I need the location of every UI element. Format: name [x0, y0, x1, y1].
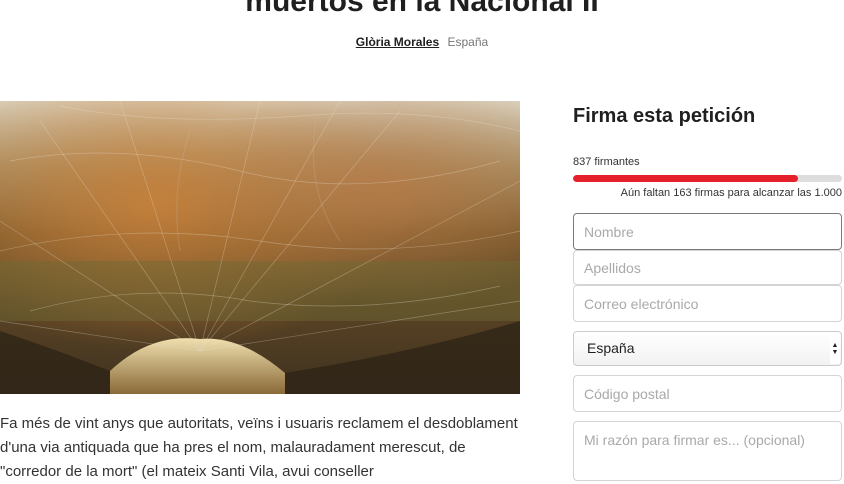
postal-code-input[interactable]	[573, 375, 842, 412]
remaining-signatures-text: Aún faltan 163 firmas para alcanzar las …	[620, 187, 842, 199]
country-select-value: España	[587, 340, 635, 356]
select-arrows-icon: ▲ ▼	[830, 333, 840, 364]
first-name-input[interactable]	[573, 213, 842, 250]
signature-progress-fill	[573, 175, 799, 182]
signers-count: 837 firmantes	[573, 156, 640, 168]
byline: Glòria Morales España	[0, 35, 844, 49]
sign-heading: Firma esta petición	[573, 105, 756, 127]
petition-title: muertos en la Nacional II	[245, 0, 599, 18]
last-name-input[interactable]	[573, 250, 842, 285]
author-link[interactable]: Glòria Morales	[356, 35, 439, 49]
country-label: España	[447, 35, 489, 49]
reason-textarea[interactable]	[573, 421, 842, 481]
email-input[interactable]	[573, 285, 842, 322]
signature-progress-bar	[573, 175, 842, 182]
petition-body-text: Fa més de vint anys que autoritats, veïn…	[0, 415, 518, 480]
hero-image	[0, 101, 520, 394]
country-select[interactable]: España ▲ ▼	[573, 331, 842, 366]
shattered-glass-illustration	[0, 101, 520, 394]
